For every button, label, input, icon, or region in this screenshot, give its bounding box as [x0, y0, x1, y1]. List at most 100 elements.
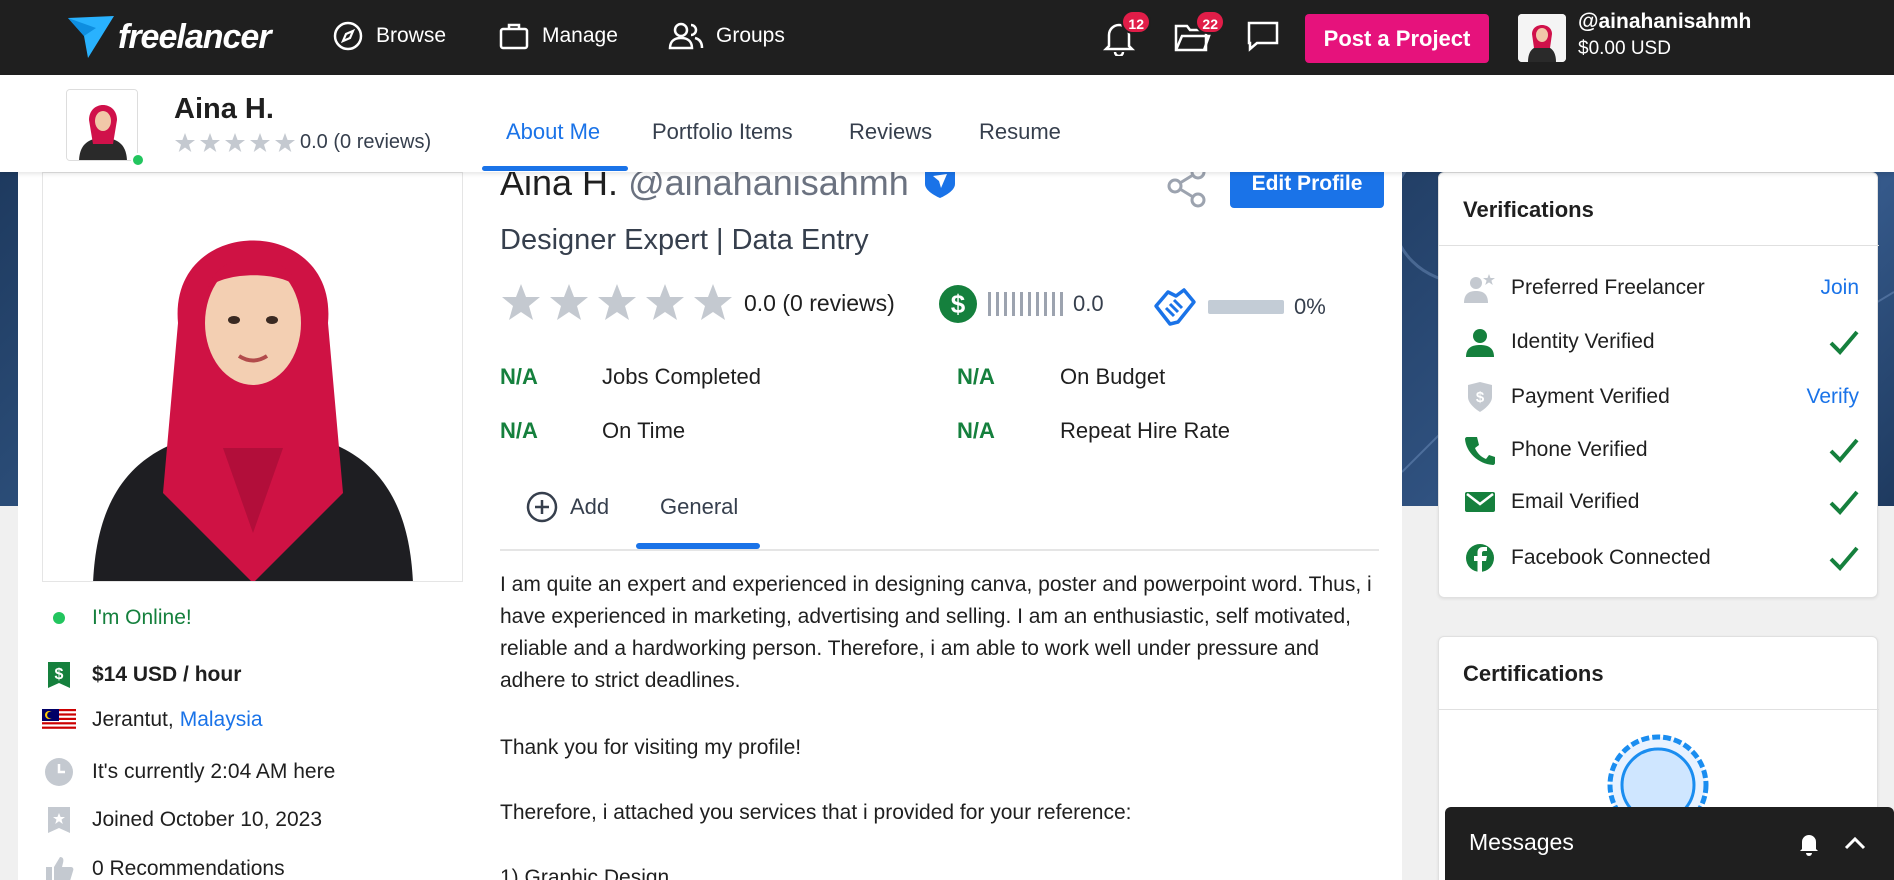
- online-status: I'm Online!: [42, 606, 192, 630]
- certifications-divider: [1439, 709, 1879, 710]
- messages-dock-title: Messages: [1469, 829, 1574, 855]
- thumbs-up-icon: [46, 857, 74, 880]
- verification-email: Email Verified: [1463, 489, 1859, 515]
- earnings-tick-bar: [988, 292, 1063, 316]
- earnings-score: $ 0.0: [938, 284, 1104, 324]
- envelope-icon: [1465, 492, 1495, 512]
- recommendations-text: 0 Recommendations: [92, 857, 285, 880]
- subheader-rating-text: 0.0 (0 reviews): [300, 131, 432, 153]
- subheader-avatar[interactable]: [66, 89, 138, 161]
- bird-logo-icon: [68, 16, 114, 58]
- active-tab-indicator: [482, 166, 628, 171]
- nav-groups[interactable]: Groups: [668, 20, 785, 52]
- bell-icon[interactable]: [1797, 831, 1821, 857]
- general-tab[interactable]: General: [660, 494, 738, 520]
- nav-balance: $0.00 USD: [1578, 38, 1671, 59]
- messages-dock[interactable]: Messages: [1445, 807, 1894, 880]
- payment-shield-icon: $: [1468, 382, 1492, 412]
- verification-label: Email Verified: [1511, 490, 1640, 513]
- phone-icon: [1465, 437, 1495, 465]
- stat-jobs-completed: N/A: [500, 364, 538, 390]
- country-link[interactable]: Malaysia: [180, 708, 263, 732]
- profile-rating: 0.0 (0 reviews): [500, 282, 895, 324]
- stat-repeat-hire: N/A: [957, 418, 995, 444]
- chevron-up-icon[interactable]: [1843, 833, 1867, 853]
- tab-about-me[interactable]: About Me: [506, 119, 600, 145]
- add-label: Add: [570, 494, 610, 519]
- profile-tagline: Designer Expert | Data Entry: [500, 224, 869, 256]
- profile-photo-icon: [43, 173, 462, 581]
- notifications-badge: 12: [1121, 10, 1151, 34]
- users-icon: [668, 22, 704, 50]
- hourly-rate: $ $14 USD / hour: [42, 660, 241, 690]
- verification-label: Identity Verified: [1511, 330, 1655, 353]
- completion-rate-text: 0%: [1294, 294, 1326, 319]
- online-status-dot: [131, 153, 145, 167]
- stat-on-time: N/A: [500, 418, 538, 444]
- subtabs-divider: [500, 549, 1379, 551]
- stat-repeat-hire-label: Repeat Hire Rate: [1060, 418, 1230, 443]
- verification-phone: Phone Verified: [1463, 435, 1859, 465]
- star-rating-icon: [502, 284, 732, 320]
- nav-browse[interactable]: Browse: [332, 20, 446, 52]
- svg-text:$: $: [55, 666, 64, 683]
- join-link[interactable]: Join: [1820, 276, 1859, 300]
- verification-label: Payment Verified: [1511, 385, 1670, 408]
- logo-text: freelancer: [118, 17, 272, 56]
- tab-resume[interactable]: Resume: [979, 119, 1061, 145]
- completion-rate: 0%: [1152, 286, 1326, 328]
- clock-icon: [45, 758, 73, 786]
- verification-label: Phone Verified: [1511, 438, 1648, 461]
- verification-preferred: Preferred Freelancer Join: [1463, 273, 1859, 303]
- stat-on-budget: N/A: [957, 364, 995, 390]
- online-text: I'm Online!: [92, 606, 192, 629]
- star-rating-icon: [175, 132, 295, 152]
- verifications-divider: [1439, 245, 1879, 246]
- stat-jobs-completed-label: Jobs Completed: [602, 364, 761, 389]
- nav-user-menu[interactable]: @ainahanisahmh $0.00 USD: [1578, 10, 1751, 60]
- joined-date: Joined October 10, 2023: [42, 805, 322, 835]
- svg-text:$: $: [951, 289, 966, 319]
- verification-label: Preferred Freelancer: [1511, 276, 1705, 299]
- nav-username: @ainahanisahmh: [1578, 10, 1752, 33]
- tab-reviews[interactable]: Reviews: [849, 119, 932, 145]
- cover-image-left: [0, 172, 18, 506]
- verify-link[interactable]: Verify: [1806, 385, 1859, 409]
- online-dot-icon: [53, 612, 65, 624]
- nav-manage[interactable]: Manage: [498, 20, 618, 52]
- recommendations: 0 Recommendations: [42, 855, 285, 880]
- post-project-button[interactable]: Post a Project: [1305, 14, 1489, 63]
- earnings-score-text: 0.0: [1073, 291, 1104, 316]
- messages-nav-button[interactable]: [1245, 18, 1281, 54]
- nav-groups-label: Groups: [716, 24, 785, 47]
- stat-value: N/A: [500, 364, 538, 389]
- check-icon: [1829, 330, 1859, 355]
- nav-browse-label: Browse: [376, 24, 447, 47]
- verifications-title: Verifications: [1463, 197, 1594, 222]
- handshake-icon: [1154, 288, 1196, 326]
- user-photo-icon: [67, 90, 137, 160]
- general-tab-indicator: [636, 543, 760, 549]
- top-navbar: freelancer Browse Manage Groups 12 22 Po…: [0, 0, 1894, 75]
- verification-payment: $ Payment Verified Verify: [1463, 381, 1859, 413]
- profile-subheader: Aina H. 0.0 (0 reviews) About Me Portfol…: [0, 75, 1894, 172]
- description-paragraph-1: I am quite an expert and experienced in …: [500, 573, 1372, 692]
- check-icon: [1829, 490, 1859, 515]
- dollar-tag-icon: $: [48, 662, 70, 688]
- check-icon: [1829, 438, 1859, 463]
- tab-portfolio-items[interactable]: Portfolio Items: [652, 119, 793, 145]
- notifications-button[interactable]: 12: [1101, 10, 1151, 56]
- local-time: It's currently 2:04 AM here: [42, 757, 335, 787]
- add-section-tab[interactable]: Add: [526, 491, 609, 523]
- local-time-text: It's currently 2:04 AM here: [92, 760, 336, 783]
- projects-button[interactable]: 22: [1173, 10, 1225, 56]
- description-paragraph-4: 1) Graphic Design: [500, 866, 670, 880]
- briefcase-icon: [499, 23, 529, 50]
- profile-photo: [42, 172, 463, 582]
- certifications-title: Certifications: [1463, 661, 1604, 686]
- nav-avatar[interactable]: [1518, 14, 1566, 62]
- projects-badge: 22: [1195, 10, 1225, 34]
- chat-icon: [1247, 21, 1279, 52]
- freelancer-logo[interactable]: freelancer: [66, 14, 272, 60]
- stat-value: N/A: [957, 364, 995, 389]
